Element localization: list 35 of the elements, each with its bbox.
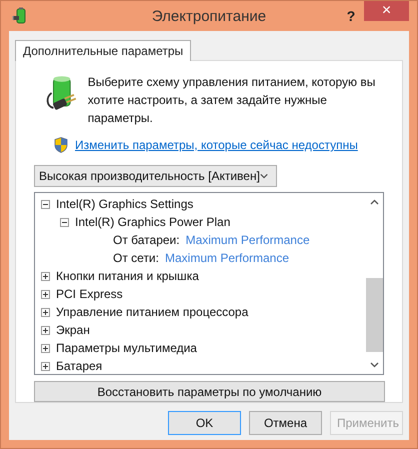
setting-label: От сети: <box>113 251 159 265</box>
expand-icon[interactable] <box>41 308 50 316</box>
expand-icon[interactable] <box>41 344 50 352</box>
tree-item[interactable]: Экран <box>56 323 90 337</box>
setting-value-link[interactable]: Maximum Performance <box>186 233 310 247</box>
tree-item[interactable]: Кнопки питания и крышка <box>56 269 199 283</box>
expand-icon[interactable] <box>41 290 50 298</box>
dialog-button[interactable]: Отмена <box>249 411 322 435</box>
collapse-icon[interactable] <box>60 218 69 226</box>
scroll-down-icon[interactable] <box>370 362 379 368</box>
tree-item[interactable]: Управление питанием процессора <box>56 305 248 319</box>
change-settings-link[interactable]: Изменить параметры, которые сейчас недоступны <box>75 138 358 152</box>
tree-item[interactable]: Параметры мультимедиа <box>56 341 197 355</box>
setting-value-link[interactable]: Maximum Performance <box>164 251 290 265</box>
expand-icon[interactable] <box>41 362 50 370</box>
chevron-down-icon <box>260 173 268 179</box>
restore-defaults-button[interactable]: Восстановить параметры по умолчанию <box>34 381 385 402</box>
close-button[interactable]: × <box>364 1 409 21</box>
collapse-icon[interactable] <box>41 200 50 208</box>
help-button[interactable]: ? <box>338 8 364 24</box>
window-title: Электропитание <box>152 8 266 24</box>
dialog-button[interactable]: OK <box>168 411 241 435</box>
expand-icon[interactable] <box>41 326 50 334</box>
shield-icon <box>54 137 68 153</box>
scroll-thumb[interactable] <box>366 278 383 352</box>
tree-item[interactable]: PCI Express <box>56 287 123 301</box>
setting-label: От батареи: <box>113 233 180 247</box>
tree-item[interactable]: Intel(R) Graphics Settings <box>56 197 194 211</box>
tree-item[interactable]: Intel(R) Graphics Power Plan <box>75 215 230 229</box>
tab[interactable]: Дополнительные параметры <box>15 40 192 61</box>
plan-dropdown[interactable]: Высокая производительность [Активен] <box>34 165 277 187</box>
description-text: Выберите схему управления питанием, которую вы хотите настроить, а затем задайте нужные параметры. <box>88 74 376 127</box>
scroll-up-icon[interactable] <box>370 199 379 205</box>
expand-icon[interactable] <box>41 272 50 280</box>
tree-item[interactable]: Батарея <box>56 359 102 373</box>
